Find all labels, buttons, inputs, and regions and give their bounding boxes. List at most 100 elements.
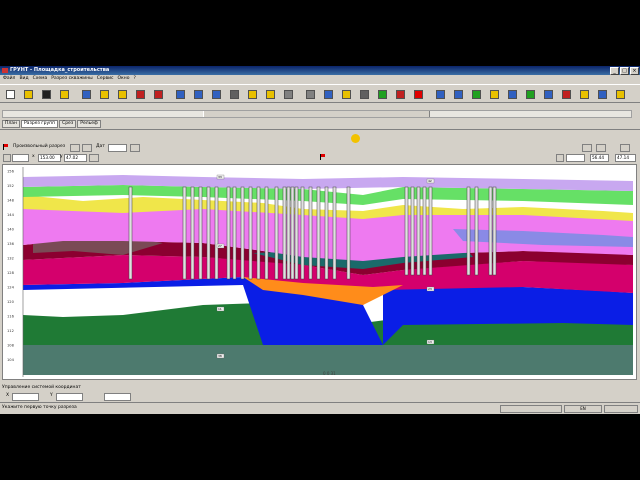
tab-slice[interactable]: Срез (59, 120, 77, 128)
borehole[interactable] (466, 186, 471, 276)
borehole[interactable] (294, 186, 299, 280)
toolbar-button-34[interactable] (614, 88, 625, 99)
menu-section[interactable]: Разрез скважины (51, 75, 92, 83)
toolbar-button-5[interactable] (80, 88, 91, 99)
scale-field-a[interactable] (566, 154, 585, 162)
toolbar-button-24[interactable] (434, 88, 445, 99)
toolbar-button-14[interactable] (246, 88, 257, 99)
toolbar-button-26[interactable] (470, 88, 481, 99)
borehole[interactable] (182, 186, 187, 280)
swap-button[interactable] (89, 154, 99, 162)
toolbar-button-30[interactable] (542, 88, 553, 99)
toolbar-button-16[interactable] (282, 88, 293, 99)
coord-z-field[interactable] (104, 393, 131, 401)
close-button[interactable]: × (630, 67, 639, 75)
date-field[interactable] (108, 144, 127, 152)
toolbar-button-2[interactable] (22, 88, 33, 99)
toolbar-button-27[interactable] (488, 88, 499, 99)
toolbar-button-17[interactable] (304, 88, 315, 99)
borehole[interactable] (316, 186, 321, 280)
borehole[interactable] (324, 186, 329, 280)
borehole[interactable] (286, 186, 291, 280)
toolbar-button-11[interactable] (192, 88, 203, 99)
menu-file[interactable]: Файл (3, 75, 15, 83)
scrollbar-thumb[interactable] (203, 111, 430, 117)
borehole[interactable] (410, 186, 415, 276)
borehole[interactable] (488, 186, 493, 276)
right-button-2[interactable] (596, 144, 606, 152)
borehole[interactable] (232, 186, 237, 280)
y-field[interactable]: 47.02 (64, 154, 87, 162)
borehole[interactable] (226, 186, 231, 280)
apply-button[interactable] (130, 144, 140, 152)
geological-section-plot[interactable]: 156 152 148 144 140 136 132 128 124 120 116 112 108 1… (2, 164, 637, 380)
toolbar-button-33[interactable] (596, 88, 607, 99)
borehole[interactable] (274, 186, 279, 280)
toolbar-button-4[interactable] (58, 88, 69, 99)
borehole[interactable] (428, 186, 433, 276)
tab-group-section[interactable]: Разрез групп (20, 120, 59, 128)
menu-scheme[interactable]: Схема (33, 75, 48, 83)
toolbar-button-13[interactable] (228, 88, 239, 99)
left-arrow-button[interactable] (3, 154, 11, 162)
red-flag-icon[interactable] (320, 154, 326, 160)
toolbar-button-3[interactable] (40, 88, 51, 99)
toolbar-button-6[interactable] (98, 88, 109, 99)
right-arrow-button[interactable] (556, 154, 564, 162)
toolbar-button-25[interactable] (452, 88, 463, 99)
borehole[interactable] (214, 186, 219, 280)
section-button-1[interactable] (70, 144, 80, 152)
borehole[interactable] (256, 186, 261, 280)
toolbar-button-8[interactable] (134, 88, 145, 99)
toolbar-button-32[interactable] (578, 88, 589, 99)
right-button-1[interactable] (582, 144, 592, 152)
toolbar-button-15[interactable] (264, 88, 275, 99)
borehole[interactable] (422, 186, 427, 276)
borehole[interactable] (308, 186, 313, 280)
toolbar-button-21[interactable] (376, 88, 387, 99)
borehole[interactable] (346, 186, 351, 280)
menu-window[interactable]: Окно (118, 75, 130, 83)
tab-plan[interactable]: План (2, 120, 20, 128)
borehole[interactable] (206, 186, 211, 280)
borehole[interactable] (264, 186, 269, 280)
borehole[interactable] (404, 186, 409, 276)
toolbar-button-31[interactable] (560, 88, 571, 99)
maximize-button[interactable]: □ (620, 67, 629, 75)
borehole[interactable] (282, 186, 287, 280)
toolbar-button-1[interactable] (4, 88, 15, 99)
horizontal-scrollbar[interactable] (2, 110, 632, 118)
borehole[interactable] (474, 186, 479, 276)
menu-view[interactable]: Вид (19, 75, 28, 83)
toolbar-button-19[interactable] (340, 88, 351, 99)
borehole[interactable] (128, 186, 133, 280)
borehole[interactable] (198, 186, 203, 280)
section-button-2[interactable] (82, 144, 92, 152)
borehole[interactable] (240, 186, 245, 280)
toolbar-button-29[interactable] (524, 88, 535, 99)
toolbar-button-9[interactable] (152, 88, 163, 99)
toolbar-button-22[interactable] (394, 88, 405, 99)
start-field[interactable] (12, 154, 29, 162)
menu-help[interactable]: ? (133, 75, 135, 83)
borehole[interactable] (332, 186, 337, 280)
tab-relief[interactable]: Рельеф (77, 120, 101, 128)
coord-y-field[interactable] (56, 393, 83, 401)
borehole[interactable] (416, 186, 421, 276)
end-field[interactable]: 47.14 (615, 154, 636, 162)
menu-service[interactable]: Сервис (97, 75, 114, 83)
x-field[interactable]: 153.00 (38, 154, 61, 162)
toolbar-button-10[interactable] (174, 88, 185, 99)
toolbar-button-20[interactable] (358, 88, 369, 99)
borehole[interactable] (300, 186, 305, 280)
borehole[interactable] (248, 186, 253, 280)
toolbar-button-23[interactable] (412, 88, 423, 99)
scale-field[interactable]: 56.44 (590, 154, 609, 162)
borehole[interactable] (290, 186, 295, 280)
coord-x-field[interactable] (12, 393, 39, 401)
toolbar-button-7[interactable] (116, 88, 127, 99)
borehole[interactable] (492, 186, 497, 276)
borehole[interactable] (190, 186, 195, 280)
minimize-button[interactable]: _ (610, 67, 619, 75)
toolbar-button-12[interactable] (210, 88, 221, 99)
